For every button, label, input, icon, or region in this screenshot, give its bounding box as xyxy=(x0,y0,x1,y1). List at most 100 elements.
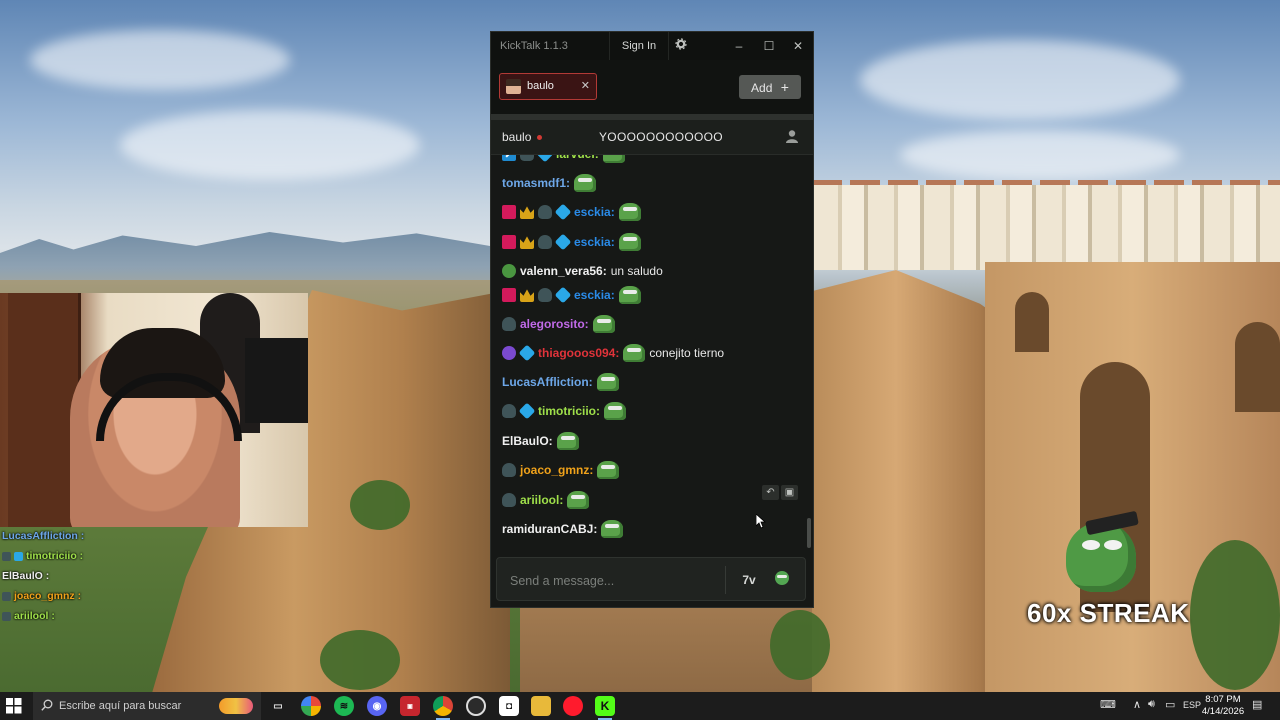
gift-badge-icon xyxy=(554,233,572,251)
crown-badge-icon xyxy=(520,206,534,219)
keyboard-icon[interactable]: ⌨ xyxy=(1100,698,1116,711)
spotify-icon[interactable]: ≋ xyxy=(334,696,354,716)
chat-username[interactable]: ElBaulO: xyxy=(502,434,553,448)
chat-username[interactable]: esckia: xyxy=(574,288,615,302)
tab-label: baulo xyxy=(527,80,554,92)
chat-message[interactable]: ramiduranCABJ: xyxy=(502,517,624,541)
add-channel-button[interactable]: Add + xyxy=(739,75,801,99)
shrub xyxy=(1190,540,1280,690)
overlay-username: ElBaulO : xyxy=(2,570,50,582)
chat-message[interactable]: esckia: xyxy=(502,230,641,254)
ytbe-icon[interactable]: ▣ xyxy=(400,696,420,716)
chat-message[interactable]: ariilool: xyxy=(502,488,590,512)
chat-message[interactable]: alegorosito: xyxy=(502,312,615,336)
overlay-username: joaco_gmnz : xyxy=(14,590,82,602)
channel-name: baulo xyxy=(502,130,532,144)
search-highlight-icon xyxy=(219,698,253,714)
copilot-icon[interactable] xyxy=(301,696,321,716)
app-title: KickTalk 1.1.3 xyxy=(500,40,568,52)
kicktalk-taskbar-icon[interactable]: K xyxy=(595,696,615,720)
overlay-username: LucasAffliction : xyxy=(2,530,85,542)
chrome-icon[interactable] xyxy=(433,696,453,720)
chat-message[interactable]: timotriciio: xyxy=(502,399,626,423)
notifications-icon[interactable]: ▤ xyxy=(1252,698,1262,711)
opera-icon[interactable] xyxy=(563,696,583,716)
overlay-chat-row: ElBaulO : xyxy=(2,566,122,586)
tab-close-icon[interactable]: ✕ xyxy=(581,79,590,92)
alien-badge-icon xyxy=(502,346,516,360)
pepe-emote-icon xyxy=(618,203,641,221)
title-bar[interactable]: KickTalk 1.1.3 Sign In – ☐ ✕ xyxy=(491,32,813,60)
crown-badge-icon xyxy=(520,236,534,249)
live-indicator-icon xyxy=(537,135,542,140)
close-button[interactable]: ✕ xyxy=(783,32,813,60)
gear-icon[interactable] xyxy=(671,36,691,56)
chat-message[interactable]: thiagooos094: conejito tierno xyxy=(502,341,724,365)
task-view-icon[interactable]: ▭ xyxy=(268,696,288,716)
gear-icon-svg xyxy=(675,38,687,50)
network-icon[interactable]: ▭ xyxy=(1165,698,1175,711)
chat-username[interactable]: esckia: xyxy=(574,235,615,249)
overlay-chat-row: LucasAffliction : xyxy=(2,526,122,546)
chat-username[interactable]: thiagooos094: xyxy=(538,346,619,360)
eye-icon xyxy=(1104,540,1122,550)
overlay-chat-row: ariilool : xyxy=(2,606,122,626)
pepe-emote-icon xyxy=(601,520,624,538)
chat-username[interactable]: LucasAffliction: xyxy=(502,375,593,389)
chevron-up-icon[interactable]: ∧ xyxy=(1133,698,1141,711)
cloud xyxy=(900,130,1180,180)
cap-badge-icon xyxy=(538,205,552,219)
7tv-emote-icon[interactable]: 7v xyxy=(739,570,759,590)
cap-badge-icon xyxy=(502,463,516,477)
chat-message[interactable]: ElBaulO: xyxy=(502,429,579,453)
shrub xyxy=(320,630,400,690)
gift-badge-icon xyxy=(554,286,572,304)
chat-message[interactable]: esckia: xyxy=(502,200,641,224)
kick-badge-icon xyxy=(502,235,516,249)
overlay-username: timotriciio : xyxy=(26,550,84,562)
bridge-arch xyxy=(1235,322,1280,412)
discord-icon[interactable]: ◉ xyxy=(367,696,387,716)
speaker-icon[interactable]: 🔊︎ xyxy=(1148,698,1155,711)
chat-username[interactable]: valenn_vera56: xyxy=(520,264,607,278)
kick-emote-icon[interactable] xyxy=(772,570,792,590)
maximize-button[interactable]: ☐ xyxy=(754,32,784,60)
obs-icon[interactable] xyxy=(466,696,486,716)
chat-username[interactable]: larvuel: xyxy=(556,155,599,161)
chat-username[interactable]: tomasmdf1: xyxy=(502,176,570,190)
sign-in-button[interactable]: Sign In xyxy=(609,32,669,60)
app-icon[interactable]: ◘ xyxy=(499,696,519,716)
chat-username[interactable]: joaco_gmnz: xyxy=(520,463,593,477)
file-explorer-icon[interactable] xyxy=(531,696,551,716)
overlay-chat-row: timotriciio : xyxy=(2,546,122,566)
chat-message[interactable]: valenn_vera56: un saludo xyxy=(502,259,663,283)
chat-scrollbar[interactable] xyxy=(807,518,811,548)
reply-icon[interactable]: ↶ xyxy=(762,485,779,500)
chat-message[interactable]: esckia: xyxy=(502,283,641,307)
chat-message[interactable]: joaco_gmnz: xyxy=(502,458,620,482)
chat-username[interactable]: timotriciio: xyxy=(538,404,600,418)
chat-message[interactable]: larvuel: xyxy=(502,155,625,166)
chat-username[interactable]: ramiduranCABJ: xyxy=(502,522,597,536)
pepe-emote-icon xyxy=(596,373,619,391)
copy-icon[interactable]: ▣ xyxy=(781,485,798,500)
chat-message[interactable]: LucasAffliction: xyxy=(502,370,619,394)
chat-header: baulo YOOOOOOOOOOOO xyxy=(491,120,813,155)
chat-username[interactable]: esckia: xyxy=(574,205,615,219)
minimize-button[interactable]: – xyxy=(724,32,754,60)
windows-taskbar: Escribe aquí para buscar ▭ ≋ ◉ ▣ ◘ K ⌨ ∧… xyxy=(0,692,1280,720)
user-icon[interactable] xyxy=(785,129,799,143)
add-button-label: Add xyxy=(751,81,773,95)
chat-username[interactable]: ariilool: xyxy=(520,493,563,507)
taskbar-clock[interactable]: 8:07 PM 4/14/2026 xyxy=(1198,694,1248,718)
message-input[interactable] xyxy=(508,570,712,592)
pepe-frog-icon xyxy=(1066,510,1139,592)
tab-baulo[interactable]: baulo ✕ xyxy=(499,73,597,100)
taskbar-search[interactable]: Escribe aquí para buscar xyxy=(33,692,261,720)
chat-message[interactable]: tomasmdf1: xyxy=(502,171,597,195)
kick-badge-icon xyxy=(502,205,516,219)
windows-start-icon[interactable] xyxy=(6,698,22,714)
pepe-emote-icon xyxy=(618,233,641,251)
chat-username[interactable]: alegorosito: xyxy=(520,317,589,331)
search-placeholder: Escribe aquí para buscar xyxy=(59,700,182,712)
